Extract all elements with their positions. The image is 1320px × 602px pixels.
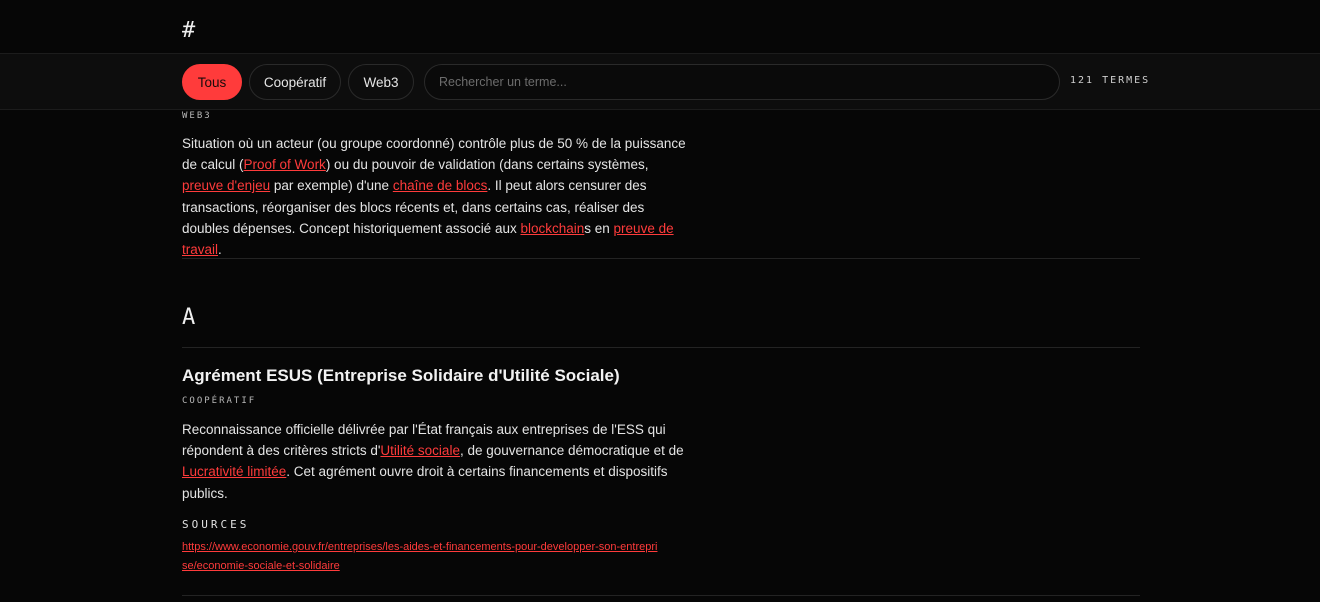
link-proof-of-work[interactable]: Proof of Work bbox=[244, 157, 326, 172]
sources-list: https://www.economie.gouv.fr/entreprises… bbox=[182, 538, 662, 576]
divider bbox=[182, 258, 1140, 259]
term-title: Agrément ESUS (Entreprise Solidaire d'Ut… bbox=[182, 366, 620, 385]
search-input[interactable] bbox=[424, 64, 1060, 100]
link-preuve-d-enjeu[interactable]: preuve d'enjeu bbox=[182, 178, 270, 193]
divider bbox=[182, 595, 1140, 596]
divider bbox=[182, 347, 1140, 348]
link-lucrativite-limitee[interactable]: Lucrativité limitée bbox=[182, 464, 286, 479]
link-utilite-sociale[interactable]: Utilité sociale bbox=[380, 443, 460, 458]
term-tag-web3: WEB3 bbox=[182, 111, 212, 121]
term-definition: Situation où un acteur (ou groupe coordo… bbox=[182, 136, 686, 258]
term-count: 121 TERMES bbox=[1070, 75, 1151, 86]
sources-label: SOURCES bbox=[182, 518, 250, 531]
term-definition: Reconnaissance officielle délivrée par l… bbox=[182, 422, 684, 501]
term-tag-cooperatif: COOPÉRATIF bbox=[182, 396, 257, 406]
source-link[interactable]: https://www.economie.gouv.fr/entreprises… bbox=[182, 541, 657, 572]
section-letter-a: A bbox=[182, 305, 196, 330]
section-letter-hash: # bbox=[182, 18, 196, 43]
filter-web3-button[interactable]: Web3 bbox=[348, 64, 414, 100]
filter-cooperatif-button[interactable]: Coopératif bbox=[249, 64, 341, 100]
filter-bar: Tous Coopératif Web3 121 TERMES bbox=[0, 53, 1320, 110]
filter-tous-button[interactable]: Tous bbox=[182, 64, 242, 100]
link-blockchain[interactable]: blockchain bbox=[520, 221, 584, 236]
link-chaine-de-blocs[interactable]: chaîne de blocs bbox=[393, 178, 488, 193]
